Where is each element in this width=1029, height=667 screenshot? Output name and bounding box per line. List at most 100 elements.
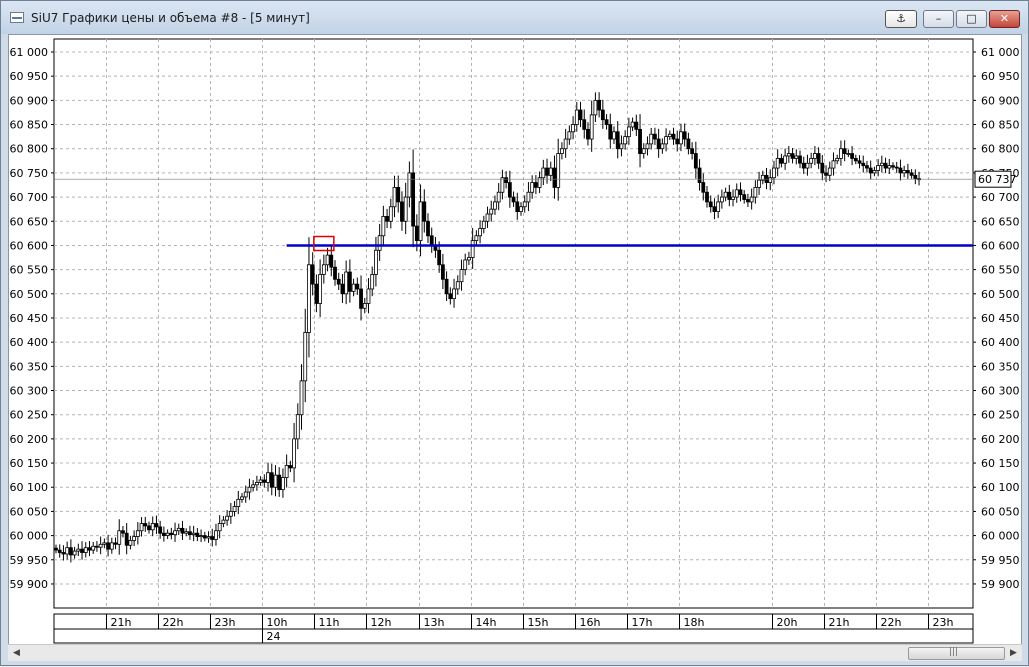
candle-body [76,548,81,552]
candle-body [619,143,624,150]
candle-body [463,259,468,271]
candle-body [355,283,360,290]
candle-body [470,240,475,258]
candle-body [98,543,103,548]
candle-body [407,172,412,198]
candle-body [448,293,453,300]
candle-body [768,177,773,183]
scroll-right-icon[interactable]: ▶ [1005,645,1022,661]
candle-body [143,523,148,527]
candle-body [310,264,315,285]
candle-body [240,496,244,500]
x-axis-label: 17h [632,616,653,629]
scroll-thumb[interactable]: ||| [908,647,1005,660]
candle-body [649,133,654,145]
candle-body [905,170,910,174]
candle-body [574,109,579,125]
candle-body [846,153,851,155]
y-axis-label-right: 60 250 [981,409,1020,422]
candle-body [403,196,408,222]
candle-body [396,187,401,203]
y-axis-label-right: 60 350 [981,360,1020,373]
candle-body [734,189,739,198]
y-axis-label-left: 60 450 [10,312,49,325]
candle-body [533,182,538,188]
candle-body [883,162,888,169]
candle-body [876,165,881,171]
candle-body [586,128,590,140]
candle-body [798,155,802,164]
y-axis-label-left: 60 900 [10,94,49,107]
candle-body [894,166,899,169]
candle-body [374,249,378,275]
candle-body [775,157,780,169]
y-axis-label-right: 60 700 [981,191,1020,204]
candle-body [321,264,326,275]
candle-body [891,165,895,168]
scroll-left-icon[interactable]: ◀ [8,645,25,661]
candle-body [567,131,572,140]
candle-body [578,109,583,121]
candle-body [217,523,222,532]
candle-body [292,438,296,469]
y-axis-label-left: 59 900 [10,578,49,591]
x-axis-label: 13h [424,616,445,629]
candle-body [742,194,747,200]
candle-body [608,124,613,140]
candle-body [228,511,233,517]
candle-body [422,201,427,222]
candle-body [593,99,598,116]
candle-body [909,172,914,176]
candle-body [95,545,99,548]
candle-body [626,126,631,138]
candle-body [746,199,750,203]
price-chart[interactable]: 61 000 61 000 60 950 60 950 60 900 60 900 60 8… [1,1,1029,667]
candle-body [188,531,192,536]
date-axis-band [53,628,974,644]
candle-body [545,167,549,176]
candle-body [269,472,274,488]
candle-body [600,109,605,121]
y-axis-label-right: 60 000 [981,530,1020,543]
chart-window: SiU7 Графики цены и объема #8 - [5 минут… [0,0,1029,666]
candle-body [247,486,252,493]
candle-body [411,172,416,227]
candle-body [351,283,356,292]
y-axis-label-left: 60 950 [10,70,49,83]
candle-body [809,157,814,164]
candle-body [366,288,371,304]
candle-body [623,136,628,145]
candle-body [225,515,230,521]
candle-body [135,530,140,537]
y-axis-label-left: 60 800 [10,143,49,156]
candle-body [221,519,226,524]
candle-body [582,119,587,130]
candle-body [612,131,616,140]
candle-body [385,216,389,222]
candle-body [563,138,568,150]
candle-body [444,278,449,295]
candle-body [210,536,215,540]
candle-body [634,121,639,130]
y-axis-label-left: 60 500 [10,288,49,301]
y-axis-label-right: 60 150 [981,457,1020,470]
candle-body [690,148,695,154]
candle-body [429,235,434,246]
candle-body [779,157,784,164]
x-axis-label: 20h [777,616,798,629]
candle-body [418,201,423,242]
candle-body [128,540,133,546]
candle-body [80,548,84,553]
candle-body [857,160,862,164]
y-axis-label-left: 61 000 [10,46,49,59]
candle-body [388,206,393,222]
candle-body [693,153,698,169]
candle-body [716,201,721,212]
scroll-grip-icon: ||| [949,647,959,657]
horizontal-scrollbar[interactable]: ◀ ||| ▶ [8,644,1022,661]
candle-body [277,474,282,491]
candle-body [318,274,323,304]
candle-body [641,148,646,154]
candle-body [507,182,512,198]
y-axis-label-right: 60 300 [981,385,1020,398]
